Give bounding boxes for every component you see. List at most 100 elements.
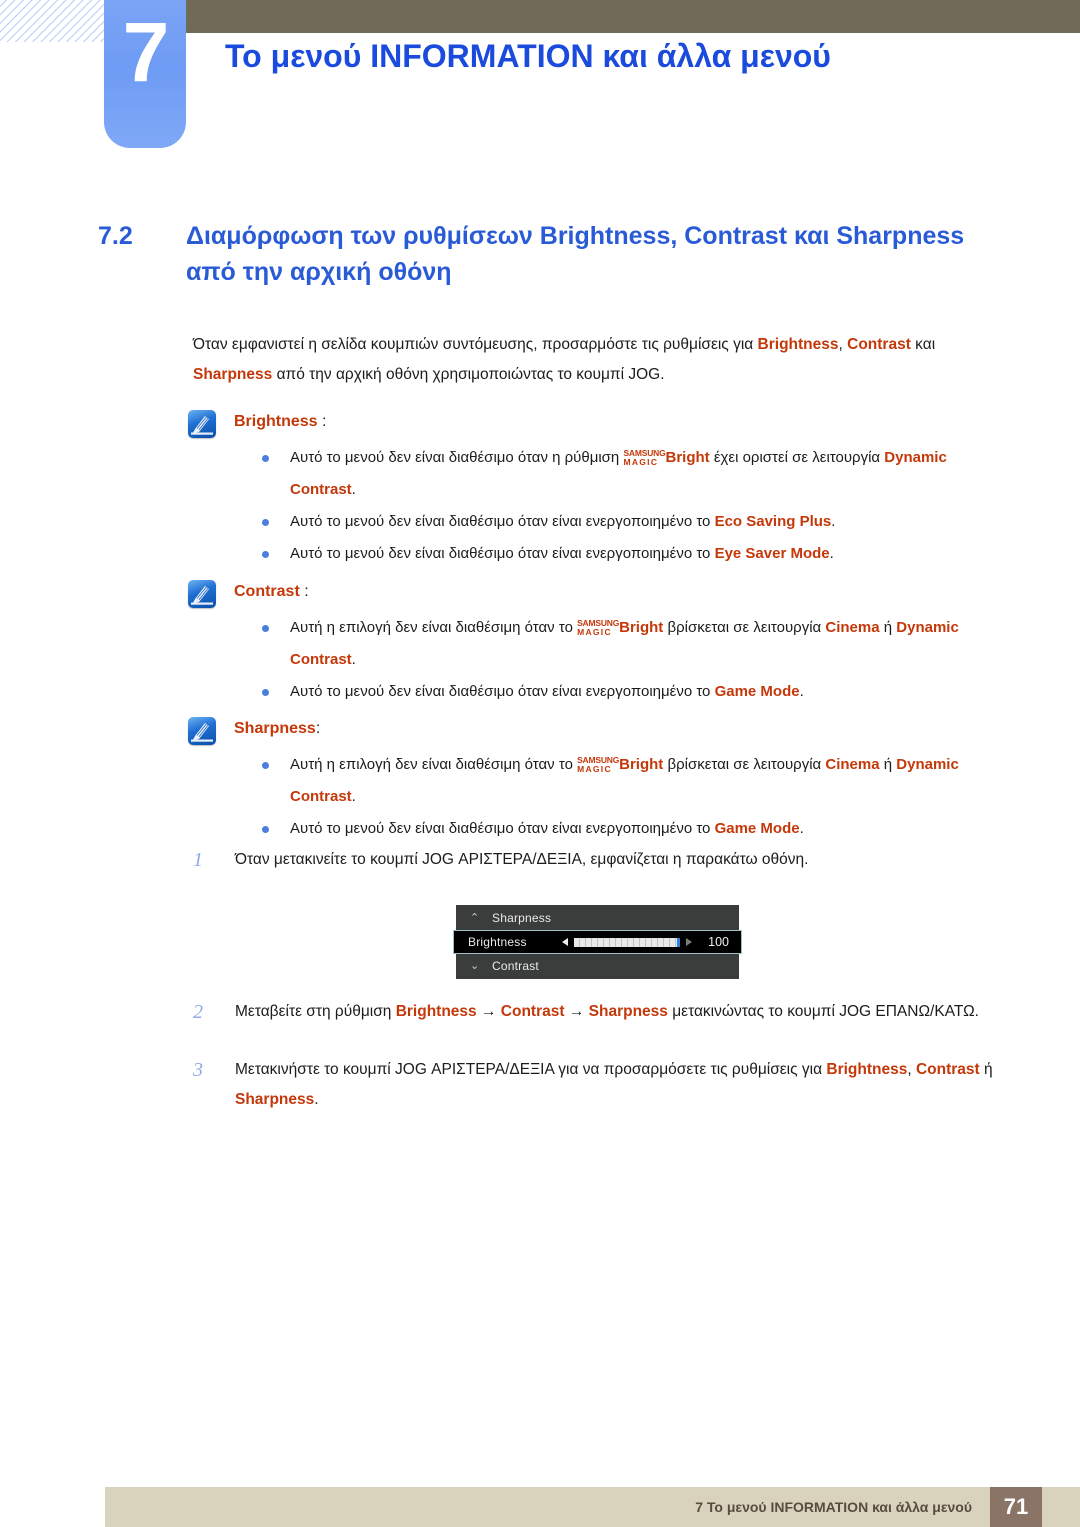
intro-text-2: ,: [838, 336, 848, 353]
magicbright-word: Bright: [619, 756, 664, 773]
note-title-text: Sharpness: [234, 720, 316, 737]
note-block-sharpness: Sharpness: Αυτή η επιλογή δεν είναι διαθ…: [188, 715, 1008, 845]
page-footer: 7 Το μενού INFORMATION και άλλα μενού 71: [105, 1487, 1080, 1527]
step-3-pre: Μετακινήστε το κουμπί JOG ΑΡΙΣΤΕΡΑ/ΔΕΞΙΑ…: [235, 1061, 827, 1078]
osd-shortcut-menu[interactable]: ⌃ Sharpness Brightness 100 ⌄ Contrast: [453, 905, 742, 979]
magicbright-lockup: SAMSUNG MAGIC Bright: [577, 612, 663, 644]
chevron-up-icon: ⌃: [470, 911, 480, 924]
list-item: Αυτή η επιλογή δεν είναι διαθέσιμη όταν …: [248, 612, 1008, 676]
intro-highlight-sharpness: Sharpness: [193, 366, 273, 383]
bullet-highlight: Game Mode: [714, 683, 800, 700]
slider-ticks: [574, 937, 680, 947]
bullet-text-pre: Αυτό το μενού δεν είναι διαθέσιμο όταν ε…: [290, 683, 715, 700]
note-bullet-list-brightness: Αυτό το μενού δεν είναι διαθέσιμο όταν η…: [248, 442, 1008, 570]
step-3-sep-1: ,: [907, 1061, 916, 1078]
note-pen-icon: [188, 580, 216, 608]
bullet-text-pre: Αυτή η επιλογή δεν είναι διαθέσιμη όταν …: [290, 756, 578, 773]
magicbright-stack: SAMSUNG MAGIC: [623, 449, 665, 467]
bullet-text-pre: Αυτό το μενού δεν είναι διαθέσιμο όταν ε…: [290, 545, 715, 562]
note-bullet-list-sharpness: Αυτή η επιλογή δεν είναι διαθέσιμη όταν …: [248, 749, 1008, 845]
list-item: Αυτό το μενού δεν είναι διαθέσιμο όταν ε…: [248, 506, 1008, 538]
step-3: 3 Μετακινήστε το κουμπί JOG ΑΡΙΣΤΕΡΑ/ΔΕΞ…: [193, 1055, 1013, 1115]
step-2-highlight-sharpness: Sharpness: [588, 1003, 668, 1020]
header-olive-bar: [186, 0, 1080, 33]
intro-highlight-contrast: Contrast: [847, 336, 911, 353]
step-2-post: μετακινώντας το κουμπί JOG ΕΠΑΝΩ/ΚΑΤΩ.: [667, 1003, 979, 1020]
bullet-text-mid2: ή: [879, 756, 897, 773]
note-title-contrast: Contrast :: [234, 578, 1008, 606]
bullet-text-post: .: [799, 820, 804, 837]
intro-highlight-brightness: Brightness: [757, 336, 839, 353]
page-header: 7 Το μενού INFORMATION και άλλα μενού: [0, 0, 1080, 190]
arrow-right-icon[interactable]: [686, 938, 692, 946]
step-3-post: .: [314, 1091, 319, 1108]
brightness-slider[interactable]: [574, 937, 680, 947]
bullet-text-pre: Αυτή η επιλογή δεν είναι διαθέσιμη όταν …: [290, 619, 578, 636]
footer-chapter-label: 7 Το μενού INFORMATION και άλλα μενού: [695, 1499, 972, 1515]
bullet-text-pre: Αυτό το μενού δεν είναι διαθέσιμο όταν η…: [290, 449, 624, 466]
osd-label-contrast: Contrast: [492, 959, 539, 973]
magicbright-magic: MAGIC: [577, 627, 612, 637]
osd-row-brightness[interactable]: Brightness 100: [453, 930, 742, 954]
note-title-text: Brightness: [234, 413, 318, 430]
note-block-brightness: Brightness : Αυτό το μενού δεν είναι δια…: [188, 408, 1008, 570]
step-1-text: Όταν μετακινείτε το κουμπί JOG ΑΡΙΣΤΕΡΑ/…: [235, 851, 809, 868]
bullet-text-post: .: [799, 683, 804, 700]
magicbright-magic: MAGIC: [623, 457, 659, 467]
step-2-pre: Μεταβείτε στη ρύθμιση: [235, 1003, 396, 1020]
hatch-decoration: [0, 0, 104, 42]
bullet-highlight: Cinema: [825, 756, 880, 773]
magicbright-word: Bright: [619, 619, 664, 636]
step-3-highlight-brightness: Brightness: [826, 1061, 908, 1078]
bullet-text-mid2: ή: [879, 619, 897, 636]
magicbright-magic: MAGIC: [577, 764, 612, 774]
bullet-text-mid: βρίσκεται σε λειτουργία: [663, 756, 826, 773]
bullet-text-pre: Αυτό το μενού δεν είναι διαθέσιμο όταν ε…: [290, 820, 715, 837]
list-item: Αυτό το μενού δεν είναι διαθέσιμο όταν η…: [248, 442, 1008, 506]
magicbright-stack: SAMSUNG MAGIC: [577, 756, 619, 774]
step-3-number: 3: [193, 1059, 203, 1081]
bullet-text-post: .: [351, 788, 356, 805]
bullet-text-post: .: [351, 651, 356, 668]
note-block-contrast: Contrast : Αυτή η επιλογή δεν είναι διαθ…: [188, 578, 1008, 708]
bullet-text-post: .: [351, 481, 356, 498]
bullet-highlight: Eye Saver Mode: [714, 545, 830, 562]
chevron-down-icon: ⌄: [470, 959, 480, 972]
bullet-highlight: Eco Saving Plus: [714, 513, 832, 530]
step-1-number: 1: [193, 849, 203, 871]
step-2-highlight-brightness: Brightness: [395, 1003, 477, 1020]
osd-row-sharpness[interactable]: ⌃ Sharpness: [456, 907, 739, 929]
step-2-arrow-1: →: [476, 1003, 501, 1020]
note-pen-icon: [188, 410, 216, 438]
list-item: Αυτό το μενού δεν είναι διαθέσιμο όταν ε…: [248, 538, 1008, 570]
magicbright-lockup: SAMSUNG MAGIC Bright: [577, 749, 663, 781]
section-title: Διαμόρφωση των ρυθμίσεων Brightness, Con…: [186, 222, 965, 286]
chapter-tab: 7: [104, 0, 186, 148]
note-title-brightness: Brightness :: [234, 408, 1008, 436]
step-2-number: 2: [193, 1001, 203, 1023]
section-number: 7.2: [98, 222, 133, 250]
magicbright-word: Bright: [665, 449, 710, 466]
magicbright-lockup: SAMSUNG MAGIC Bright: [623, 442, 709, 474]
bullet-text-post: .: [829, 545, 834, 562]
bullet-text-mid: βρίσκεται σε λειτουργία: [663, 619, 826, 636]
intro-text-3: και: [910, 336, 936, 353]
list-item: Αυτή η επιλογή δεν είναι διαθέσιμη όταν …: [248, 749, 1008, 813]
osd-label-sharpness: Sharpness: [492, 911, 552, 925]
arrow-left-icon[interactable]: [562, 938, 568, 946]
magicbright-stack: SAMSUNG MAGIC: [577, 619, 619, 637]
step-2-highlight-contrast: Contrast: [500, 1003, 565, 1020]
note-pen-icon: [188, 717, 216, 745]
intro-paragraph: Όταν εμφανιστεί η σελίδα κουμπιών συντόμ…: [193, 330, 993, 390]
chapter-title: Το μενού INFORMATION και άλλα μενού: [225, 38, 831, 74]
bullet-text-pre: Αυτό το μενού δεν είναι διαθέσιμο όταν ε…: [290, 513, 715, 530]
osd-row-contrast[interactable]: ⌄ Contrast: [456, 955, 739, 977]
section-heading: 7.2 Διαμόρφωση των ρυθμίσεων Brightness,…: [98, 218, 1018, 290]
bullet-highlight: Cinema: [825, 619, 880, 636]
slider-handle[interactable]: [677, 937, 680, 947]
bullet-text-mid: έχει οριστεί σε λειτουργία: [709, 449, 885, 466]
list-item: Αυτό το μενού δεν είναι διαθέσιμο όταν ε…: [248, 676, 1008, 708]
bullet-highlight: Game Mode: [714, 820, 800, 837]
note-bullet-list-contrast: Αυτή η επιλογή δεν είναι διαθέσιμη όταν …: [248, 612, 1008, 708]
step-3-text: Μετακινήστε το κουμπί JOG ΑΡΙΣΤΕΡΑ/ΔΕΞΙΑ…: [235, 1055, 1013, 1115]
